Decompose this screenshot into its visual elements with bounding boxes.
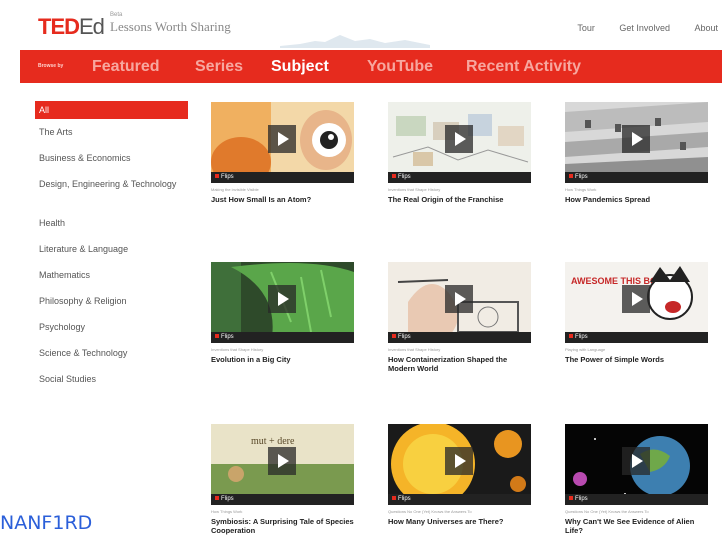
beta-label: Beta — [110, 12, 123, 18]
play-button-icon[interactable] — [268, 447, 296, 475]
tagline: Lessons Worth Sharing — [110, 19, 231, 34]
play-button-icon[interactable] — [622, 285, 650, 313]
browse-by-label: Browse by — [38, 63, 64, 69]
top-links: Tour Get Involved About — [555, 23, 718, 33]
lesson-thumbnail[interactable]: Flips — [388, 424, 531, 505]
flips-bar: Flips — [211, 332, 354, 343]
flips-bar: Flips — [211, 494, 354, 505]
tour-link[interactable]: Tour — [577, 23, 595, 33]
sidebar-item-design[interactable]: Design, Engineering & Technology — [35, 178, 188, 217]
sidebar-item-business[interactable]: Business & Economics — [35, 152, 188, 178]
thumb-text: mut + dere — [251, 436, 295, 447]
lesson-thumbnail[interactable]: Flips — [565, 102, 708, 183]
flips-bar: Flips — [565, 494, 708, 505]
sidebar-item-social-studies[interactable]: Social Studies — [35, 373, 188, 399]
play-button-icon[interactable] — [268, 125, 296, 153]
mountain-decoration — [280, 35, 430, 48]
lesson-title[interactable]: Evolution in a Big City — [211, 355, 354, 364]
sidebar-item-philosophy[interactable]: Philosophy & Religion — [35, 295, 188, 321]
tab-series[interactable]: Series — [195, 58, 243, 76]
tab-subject[interactable]: Subject — [271, 58, 329, 76]
ted-ed-logo[interactable]: TEDEd — [38, 14, 105, 40]
series-label: Making the invisible Visible — [211, 187, 259, 192]
header: TEDEd Beta Lessons Worth Sharing Tour Ge… — [0, 0, 722, 48]
lesson-thumbnail[interactable]: mut + dere Flips — [211, 424, 354, 505]
series-label: How Things Work — [565, 187, 597, 192]
play-button-icon[interactable] — [268, 285, 296, 313]
tab-featured[interactable]: Featured — [92, 58, 160, 76]
series-label: Questions No One (Yet) Knows the Answers… — [388, 509, 472, 514]
lesson-thumbnail[interactable]: Flips — [211, 262, 354, 343]
lesson-title[interactable]: The Real Origin of the Franchise — [388, 195, 531, 204]
sidebar-item-the-arts[interactable]: The Arts — [35, 126, 188, 152]
flips-bar: Flips — [211, 172, 354, 183]
flips-bar: Flips — [388, 172, 531, 183]
tab-recent-activity[interactable]: Recent Activity — [466, 58, 581, 76]
lesson-thumbnail[interactable]: Flips — [565, 424, 708, 505]
get-involved-link[interactable]: Get Involved — [619, 23, 670, 33]
flips-bar: Flips — [565, 172, 708, 183]
lesson-title[interactable]: Why Can't We See Evidence of Alien Life? — [565, 517, 708, 535]
series-label: Inventions that Shape History — [388, 187, 441, 192]
lesson-title[interactable]: How Containerization Shaped the Modern W… — [388, 355, 531, 373]
series-label: Questions No One (Yet) Knows the Answers… — [565, 509, 649, 514]
lesson-card[interactable]: mut + dere Flips How Things Work Symbios… — [211, 424, 354, 535]
lesson-card[interactable]: Flips Making the invisible Visible Just … — [211, 102, 354, 204]
series-label: Inventions that Shape History — [388, 347, 441, 352]
play-button-icon[interactable] — [622, 125, 650, 153]
flips-bar: Flips — [565, 332, 708, 343]
sidebar-item-literature[interactable]: Literature & Language — [35, 243, 188, 269]
about-link[interactable]: About — [694, 23, 718, 33]
lesson-title[interactable]: Just How Small Is an Atom? — [211, 195, 354, 204]
lesson-title[interactable]: The Power of Simple Words — [565, 355, 708, 364]
sidebar-item-all[interactable]: All — [35, 101, 188, 119]
play-button-icon[interactable] — [445, 125, 473, 153]
flips-bar: Flips — [388, 494, 531, 505]
lesson-thumbnail[interactable]: Flips — [388, 102, 531, 183]
series-label: Inventions that Shape History — [211, 347, 264, 352]
series-label: How Things Work — [211, 509, 243, 514]
subject-sidebar: All The Arts Business & Economics Design… — [35, 101, 188, 399]
play-button-icon[interactable] — [622, 447, 650, 475]
lesson-thumbnail[interactable]: Flips — [211, 102, 354, 183]
series-label: Playing with Language — [565, 347, 606, 352]
lesson-title[interactable]: How Pandemics Spread — [565, 195, 708, 204]
lesson-card[interactable]: Flips How Things Work How Pandemics Spre… — [565, 102, 708, 204]
sidebar-item-science[interactable]: Science & Technology — [35, 347, 188, 373]
lesson-thumbnail[interactable]: Flips — [388, 262, 531, 343]
lesson-card[interactable]: Flips Inventions that Shape History How … — [388, 262, 531, 373]
lesson-card[interactable]: Flips Inventions that Shape History Evol… — [211, 262, 354, 364]
lesson-thumbnail[interactable]: AWESOME THIS BORING Flips — [565, 262, 708, 343]
lesson-card[interactable]: Flips Questions No One (Yet) Knows the A… — [388, 424, 531, 526]
sidebar-item-psychology[interactable]: Psychology — [35, 321, 188, 347]
lesson-card[interactable]: Flips Questions No One (Yet) Knows the A… — [565, 424, 708, 535]
flips-bar: Flips — [388, 332, 531, 343]
watermark-text: NANF1RD — [0, 512, 93, 534]
lesson-title[interactable]: Symbiosis: A Surprising Tale of Species … — [211, 517, 354, 535]
lesson-title[interactable]: How Many Universes are There? — [388, 517, 531, 526]
lesson-card[interactable]: Flips Inventions that Shape History The … — [388, 102, 531, 204]
play-button-icon[interactable] — [445, 285, 473, 313]
tab-youtube[interactable]: YouTube — [367, 58, 433, 76]
sidebar-item-mathematics[interactable]: Mathematics — [35, 269, 188, 295]
sidebar-item-health[interactable]: Health — [35, 217, 188, 243]
play-button-icon[interactable] — [445, 447, 473, 475]
main-nav: Browse by Featured Series Subject YouTub… — [20, 50, 722, 83]
lesson-card[interactable]: AWESOME THIS BORING Flips Playing with L… — [565, 262, 708, 364]
